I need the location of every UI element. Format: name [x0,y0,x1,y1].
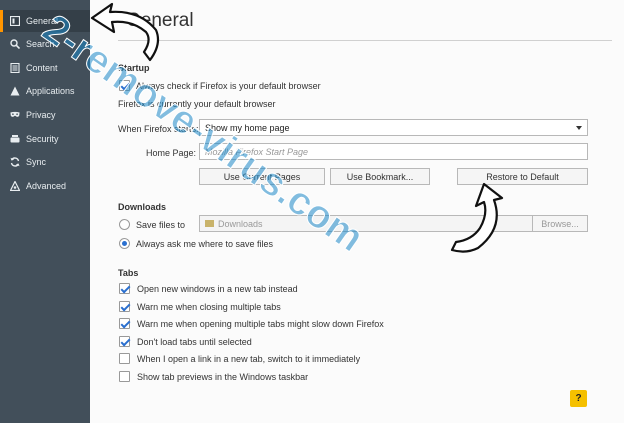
download-folder-field[interactable]: Downloads [199,215,534,232]
sidebar-item-label: Privacy [26,110,56,120]
title-divider [118,40,612,41]
general-icon [10,16,20,26]
sidebar-item-label: Content [26,63,58,73]
search-icon [10,39,20,49]
sidebar: General Search Content Applications Priv… [0,0,90,423]
downloads-heading: Downloads [118,202,167,212]
sidebar-item-label: Search [26,39,55,49]
sidebar-item-sync[interactable]: Sync [0,151,90,173]
main-panel: General Startup Always check if Firefox … [90,0,624,423]
sidebar-item-security[interactable]: Security [0,128,90,150]
privacy-mask-icon [10,110,20,120]
download-folder-value: Downloads [218,218,263,229]
save-files-label: Save files to [136,220,186,230]
sidebar-item-privacy[interactable]: Privacy [0,104,90,126]
tabs-option-checkbox-4[interactable] [119,353,130,364]
use-current-pages-button[interactable]: Use Current Pages [199,168,325,185]
tabs-option-label: Don't load tabs until selected [137,337,252,347]
help-button[interactable]: ? [570,390,587,407]
sidebar-item-content[interactable]: Content [0,57,90,79]
use-bookmark-button[interactable]: Use Bookmark... [330,168,430,185]
when-starts-value: Show my home page [205,122,290,133]
when-starts-select[interactable]: Show my home page [199,119,588,136]
sidebar-item-label: Advanced [26,181,67,191]
sidebar-item-applications[interactable]: Applications [0,80,90,102]
when-starts-label: When Firefox starts: [118,124,199,134]
sidebar-item-advanced[interactable]: Advanced [0,175,90,197]
home-page-label: Home Page: [146,148,197,158]
tabs-option-label: Warn me when opening multiple tabs might… [137,319,384,329]
always-ask-radio[interactable] [119,238,130,249]
security-icon [10,134,20,144]
sidebar-item-label: Security [26,134,59,144]
tabs-heading: Tabs [118,268,139,278]
tabs-option-checkbox-0[interactable] [119,283,130,294]
save-files-radio[interactable] [119,219,130,230]
default-browser-checkbox[interactable] [119,80,130,91]
startup-heading: Startup [118,63,150,73]
restore-default-button[interactable]: Restore to Default [457,168,588,185]
always-ask-label: Always ask me where to save files [136,239,274,249]
sidebar-item-search[interactable]: Search [0,33,90,55]
tabs-option-checkbox-1[interactable] [119,301,130,312]
chevron-down-icon [576,126,582,130]
sidebar-item-label: General [26,16,59,26]
default-browser-label: Always check if Firefox is your default … [136,81,321,91]
sidebar-item-label: Applications [26,86,75,96]
folder-icon [205,220,214,227]
applications-icon [10,86,20,96]
tabs-option-checkbox-5[interactable] [119,371,130,382]
tabs-option-checkbox-2[interactable] [119,318,130,329]
content-icon [10,63,20,73]
tabs-option-label: Show tab previews in the Windows taskbar [137,372,309,382]
advanced-icon [10,181,20,191]
browse-button[interactable]: Browse... [532,215,588,232]
default-browser-status: Firefox is currently your default browse… [118,99,276,109]
sidebar-item-label: Sync [26,157,47,167]
page-title: General [126,10,194,31]
sync-icon [10,157,20,167]
tabs-option-label: When I open a link in a new tab, switch … [137,354,361,364]
home-page-input[interactable] [199,143,588,160]
tabs-option-checkbox-3[interactable] [119,336,130,347]
sidebar-item-general[interactable]: General [0,10,90,32]
tabs-option-label: Open new windows in a new tab instead [137,284,298,294]
tabs-option-label: Warn me when closing multiple tabs [137,302,281,312]
